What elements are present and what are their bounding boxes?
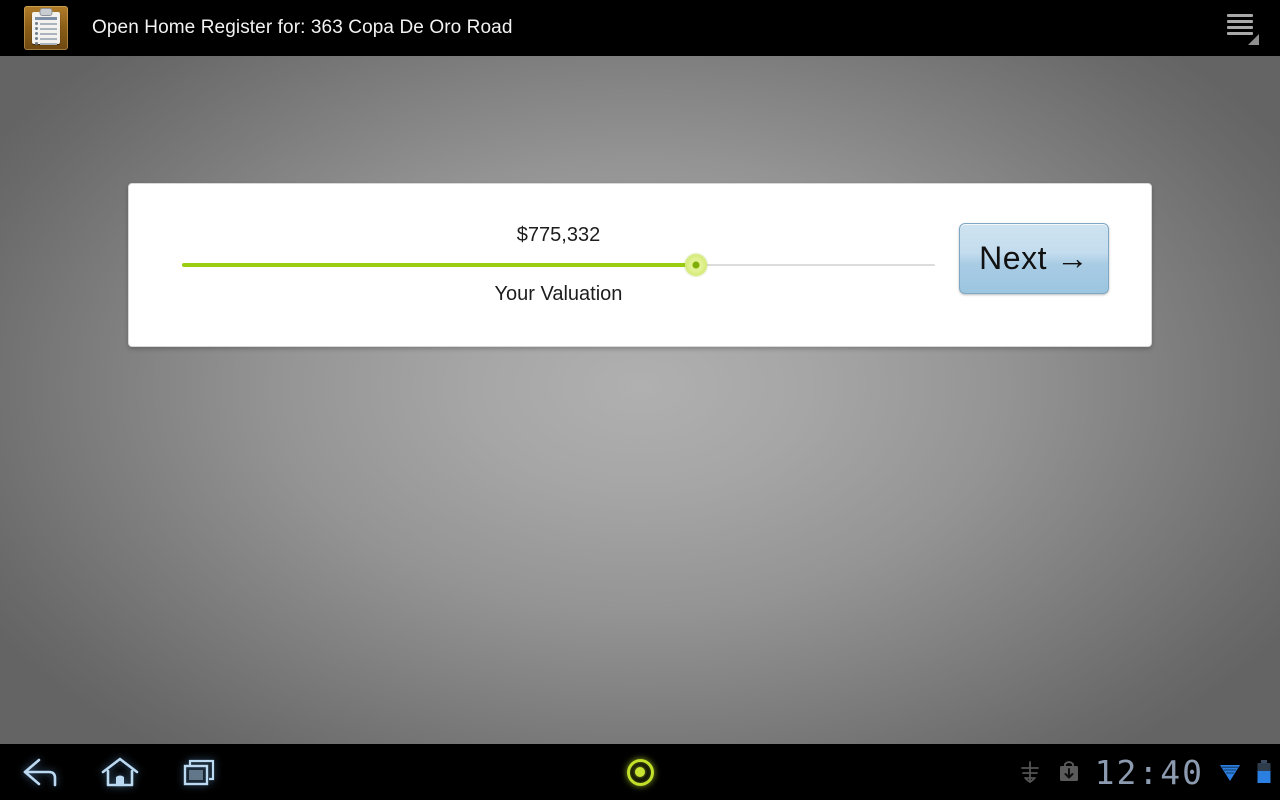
next-button[interactable]: Next → <box>959 223 1109 294</box>
valuation-slider-group: $775,332 Your Valuation <box>182 184 987 348</box>
valuation-card: $775,332 Your Valuation Next → <box>128 183 1152 347</box>
status-clock: 12:40 <box>1094 752 1204 792</box>
battery-icon <box>1256 759 1272 785</box>
usb-debug-icon <box>1017 759 1043 785</box>
slider-value-label: $775,332 <box>516 224 601 246</box>
valuation-slider[interactable] <box>182 254 935 276</box>
download-icon <box>1057 759 1081 785</box>
screen: Open Home Register for: 363 Copa De Oro … <box>0 0 1280 800</box>
slider-thumb[interactable] <box>684 254 707 276</box>
clipboard-icon <box>24 6 68 50</box>
slider-caption: Your Valuation <box>494 283 623 305</box>
back-icon[interactable] <box>0 744 80 800</box>
wifi-icon <box>1218 760 1242 784</box>
record-indicator-icon[interactable] <box>618 758 662 786</box>
content-area: $775,332 Your Valuation Next → <box>0 56 1280 744</box>
action-bar: Open Home Register for: 363 Copa De Oro … <box>0 0 1280 56</box>
system-navigation-bar: 12:40 <box>0 744 1280 800</box>
slider-track-fill <box>182 263 696 267</box>
recents-icon[interactable] <box>160 744 240 800</box>
status-icons: 12:40 <box>1017 744 1272 800</box>
home-icon[interactable] <box>80 744 160 800</box>
page-title: Open Home Register for: 363 Copa De Oro … <box>92 17 513 38</box>
overflow-menu-icon[interactable] <box>1222 10 1262 46</box>
